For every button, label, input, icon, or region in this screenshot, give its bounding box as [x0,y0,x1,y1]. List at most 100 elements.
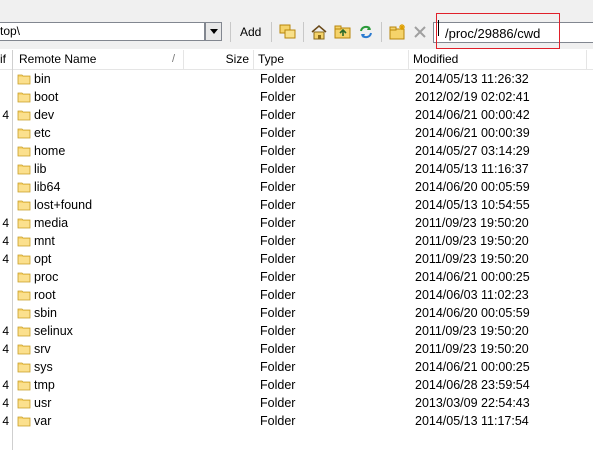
file-row[interactable]: 4 var Folder 2014/05/13 11:17:54 [0,412,593,430]
copy-folders-icon[interactable] [279,23,297,41]
file-modified: 2011/09/23 19:50:20 [415,252,529,266]
file-row[interactable]: 4 usr Folder 2013/03/09 22:54:43 [0,394,593,412]
file-name[interactable]: usr [34,394,51,412]
file-name[interactable]: var [34,412,51,430]
add-button[interactable]: Add [236,22,265,42]
file-type: Folder [260,108,296,122]
toolbar-separator [381,22,382,42]
file-name[interactable]: dev [34,106,54,124]
column-remote-name-label: Remote Name [19,52,97,66]
file-row[interactable]: 4 opt Folder 2011/09/23 19:50:20 [0,250,593,268]
local-path-dropdown-button[interactable] [205,22,222,41]
file-type: Folder [260,198,296,212]
file-row[interactable]: 4 selinux Folder 2011/09/23 19:50:20 [0,322,593,340]
file-row[interactable]: boot Folder 2012/02/19 02:02:41 [0,88,593,106]
file-name[interactable]: bin [34,70,51,88]
file-name[interactable]: lost+found [34,196,92,214]
column-type[interactable]: Type [254,50,409,69]
folder-icon [17,306,31,320]
file-name[interactable]: lib64 [34,178,60,196]
home-icon[interactable] [310,23,328,41]
file-name[interactable]: srv [34,340,51,358]
file-row[interactable]: lost+found Folder 2014/05/13 10:54:55 [0,196,593,214]
file-row[interactable]: sys Folder 2014/06/21 00:00:25 [0,358,593,376]
file-row[interactable]: bin Folder 2014/05/13 11:26:32 [0,70,593,88]
folder-icon [17,414,31,428]
file-modified: 2014/05/13 10:54:55 [415,198,530,212]
file-modified: 2014/06/03 11:02:23 [415,288,529,302]
folder-icon [17,270,31,284]
file-modified: 2014/06/20 00:05:59 [415,306,530,320]
file-name[interactable]: lib [34,160,47,178]
column-modified[interactable]: Modified [409,50,587,69]
refresh-icon[interactable] [357,23,375,41]
folder-icon [17,198,31,212]
toolbar-separator [303,22,304,42]
file-name[interactable]: media [34,214,68,232]
local-path-value[interactable]: top\ [0,24,20,38]
toolbar-separator [271,22,272,42]
file-modified: 2011/09/23 19:50:20 [415,216,529,230]
local-path-combobox[interactable]: top\ [0,22,205,41]
file-modified: 2011/09/23 19:50:20 [415,234,529,248]
remote-path-value[interactable]: /proc/29886/cwd [436,13,560,49]
file-modified: 2011/09/23 19:50:20 [415,324,529,338]
file-row[interactable]: 4 mnt Folder 2011/09/23 19:50:20 [0,232,593,250]
column-overflow[interactable] [587,50,593,69]
file-row[interactable]: 4 dev Folder 2014/06/21 00:00:42 [0,106,593,124]
new-folder-icon[interactable] [389,23,407,41]
folder-icon [17,288,31,302]
file-row[interactable]: etc Folder 2014/06/21 00:00:39 [0,124,593,142]
file-row[interactable]: lib Folder 2014/05/13 11:16:37 [0,160,593,178]
folder-icon [17,234,31,248]
delete-icon[interactable] [411,23,429,41]
file-modified: 2014/06/21 00:00:25 [415,270,530,284]
toolbar: top\ Add /proc/29886/cwd [0,0,593,49]
file-name[interactable]: boot [34,88,58,106]
local-pane-cell: 4 [2,252,9,266]
file-name[interactable]: mnt [34,232,55,250]
folder-icon [17,378,31,392]
file-modified: 2011/09/23 19:50:20 [415,342,529,356]
file-modified: 2014/05/13 11:16:37 [415,162,529,176]
folder-icon [17,90,31,104]
file-name[interactable]: etc [34,124,51,142]
remote-path-field[interactable]: /proc/29886/cwd [433,13,593,49]
file-type: Folder [260,288,296,302]
file-type: Folder [260,252,296,266]
file-row[interactable]: lib64 Folder 2014/06/20 00:05:59 [0,178,593,196]
file-modified: 2013/03/09 22:54:43 [415,396,530,410]
file-name[interactable]: home [34,142,65,160]
file-modified: 2014/05/27 03:14:29 [415,144,530,158]
file-name[interactable]: opt [34,250,51,268]
file-type: Folder [260,396,296,410]
file-row[interactable]: 4 media Folder 2011/09/23 19:50:20 [0,214,593,232]
parent-folder-icon[interactable] [334,23,352,41]
folder-icon [17,396,31,410]
file-row[interactable]: 4 srv Folder 2011/09/23 19:50:20 [0,340,593,358]
local-pane-cell: 4 [2,234,9,248]
folder-icon [17,144,31,158]
file-type: Folder [260,270,296,284]
file-row[interactable]: proc Folder 2014/06/21 00:00:25 [0,268,593,286]
local-pane-cell: 4 [2,342,9,356]
folder-icon [17,324,31,338]
file-row[interactable]: 4 tmp Folder 2014/06/28 23:59:54 [0,376,593,394]
file-name[interactable]: root [34,286,56,304]
file-name[interactable]: sbin [34,304,57,322]
local-pane-cell: 4 [2,216,9,230]
column-size[interactable]: Size [184,50,254,69]
file-name[interactable]: proc [34,268,58,286]
file-row[interactable]: sbin Folder 2014/06/20 00:05:59 [0,304,593,322]
file-row[interactable]: home Folder 2014/05/27 03:14:29 [0,142,593,160]
file-type: Folder [260,234,296,248]
file-modified: 2014/05/13 11:17:54 [415,414,529,428]
file-row[interactable]: root Folder 2014/06/03 11:02:23 [0,286,593,304]
column-remote-name[interactable]: Remote Name / [15,50,184,69]
folder-icon [17,108,31,122]
file-name[interactable]: tmp [34,376,55,394]
file-type: Folder [260,414,296,428]
file-name[interactable]: selinux [34,322,73,340]
file-name[interactable]: sys [34,358,53,376]
file-type: Folder [260,324,296,338]
